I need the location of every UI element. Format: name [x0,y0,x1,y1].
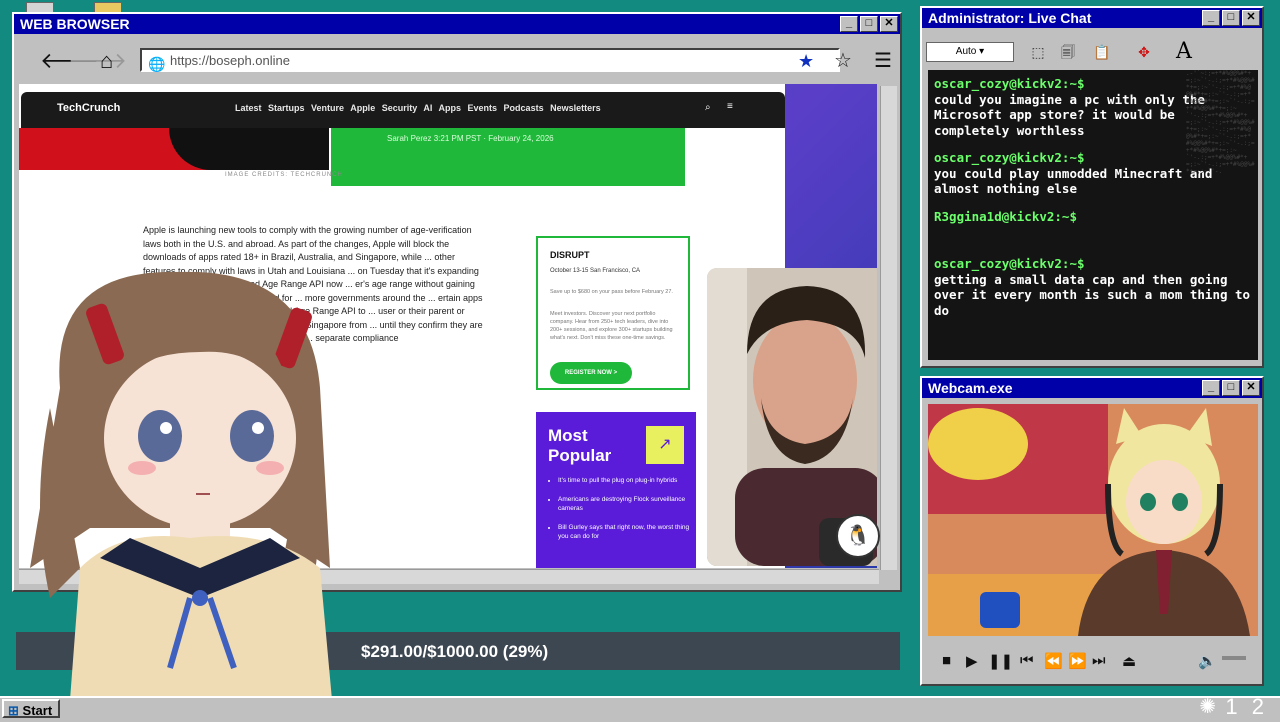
minimize-button[interactable]: _ [840,16,858,32]
clock: 1 2 [1225,694,1268,719]
register-button[interactable]: REGISTER NOW > [550,362,632,384]
menu-icon[interactable]: ☰ [874,50,892,72]
close-button[interactable]: ✕ [1242,380,1260,396]
start-label: Start [22,703,53,718]
size-select-value: Auto [955,46,977,57]
stop-icon[interactable]: ■ [942,652,951,669]
settings-tray-icon[interactable]: ✺ [1199,694,1216,719]
font-icon[interactable]: A [1170,38,1198,66]
promo-dates: October 13-15 San Francisco, CA [550,268,641,274]
image-credits: IMAGE CREDITS: TECHCRUNCH [225,172,343,178]
select-region-icon[interactable]: ⬚ [1024,38,1052,66]
most-popular-heading: Most Popular [548,426,612,465]
browser-toolbar: 🡐 🡒 ⌂ 🌐 https://boseph.online ★ ☆ ☰ [18,44,896,78]
volume-icon[interactable]: 🔈 [1198,652,1217,670]
site-menu-icon[interactable]: ≡ [727,101,733,112]
disrupt-promo: DISRUPT October 13-15 San Francisco, CA … [536,236,690,390]
hero-image-shape [169,128,329,170]
webcam-view [928,404,1258,636]
favorites-star-icon[interactable]: ☆ [834,50,852,72]
article-byline: Sarah Perez 3:21 PM PST · February 24, 2… [387,134,554,143]
popular-item[interactable]: It's time to pull the plug on plug-in hy… [558,476,694,485]
popular-item[interactable]: Bill Gurley says that right now, the wor… [558,523,694,541]
chat-log[interactable]: .-'`~:;=+*#%@@%#*+=;:~`'-.:;=+*#%@@%#*+=… [928,70,1258,360]
promo-offer: Save up to $680 on your pass before Febr… [550,289,673,295]
chat-window: Administrator: Live Chat _ □ ✕ Auto ▾ ⬚ … [920,6,1264,368]
promo-logo: DISRUPT [550,250,590,260]
maximize-button[interactable]: □ [1222,380,1240,396]
browser-title: WEB BROWSER [20,16,130,32]
eject-icon[interactable]: ⏏ [1122,652,1136,670]
maximize-button[interactable]: □ [1222,10,1240,26]
site-search-icon[interactable]: ⌕ [705,102,711,113]
anime-illustration [928,404,1258,636]
popular-item[interactable]: Americans are destroying Flock surveilla… [558,495,694,513]
taskbar: ⊞ Start ✺ 1 2 [0,694,1280,722]
webcam-title: Webcam.exe [928,380,1013,396]
windows-logo-icon: ⊞ [8,703,19,718]
bookmark-star-icon[interactable]: ★ [798,50,814,72]
ascii-art-background: .-'`~:;=+*#%@@%#*+=;:~`'-.:;=+*#%@@%#*+=… [1186,70,1255,175]
site-nav-links[interactable]: Latest Startups Venture Apple Security A… [235,103,601,113]
close-button[interactable]: ✕ [1242,10,1260,26]
start-button[interactable]: ⊞ Start [2,699,60,718]
vertical-scrollbar[interactable] [880,86,897,570]
anime-avatar [30,271,332,700]
chat-titlebar[interactable]: Administrator: Live Chat _ □ ✕ [922,8,1262,28]
play-icon[interactable]: ▶ [966,652,978,670]
chat-toolbar: Auto ▾ ⬚ 🗐 📋 ✥ A [924,32,1260,68]
close-button[interactable]: ✕ [880,16,898,32]
skip-forward-icon[interactable]: ⏭ [1092,652,1106,669]
paste-icon[interactable]: 📋 [1088,38,1116,66]
volume-slider[interactable] [1222,656,1246,660]
chat-title: Administrator: Live Chat [928,10,1092,26]
donation-goal-text: $291.00/$1000.00 (29%) [361,642,549,661]
copy-icon[interactable]: 🗐 [1054,38,1082,66]
address-bar[interactable]: 🌐 https://boseph.online ★ [140,48,840,72]
trending-icon: ↗ [646,426,684,464]
move-icon[interactable]: ✥ [1130,38,1158,66]
home-icon[interactable]: ⌂ [100,50,113,72]
hero-banner: Sarah Perez 3:21 PM PST · February 24, 2… [331,128,685,186]
size-select[interactable]: Auto ▾ [926,42,1014,62]
rewind-icon[interactable]: ⏪ [1044,652,1063,670]
site-logo[interactable]: TechCrunch [57,102,120,114]
globe-icon: 🌐 [148,56,166,72]
forward-arrow-icon[interactable]: 🡒 [68,50,127,72]
webcam-window: Webcam.exe _ □ ✕ ■ ▶ ❚❚ ⏮ ⏪ ⏩ ⏭ ⏏ 🔈 [920,376,1264,686]
pause-icon[interactable]: ❚❚ [988,652,1013,670]
browser-titlebar[interactable]: WEB BROWSER _ □ ✕ [14,14,900,34]
site-nav: TechCrunch Latest Startups Venture Apple… [21,92,785,128]
maximize-button[interactable]: □ [860,16,878,32]
penguin-icon: 🐧 [836,514,880,558]
minimize-button[interactable]: _ [1202,380,1220,396]
minimize-button[interactable]: _ [1202,10,1220,26]
webcam-titlebar[interactable]: Webcam.exe _ □ ✕ [922,378,1262,398]
fast-forward-icon[interactable]: ⏩ [1068,652,1087,670]
promo-blurb: Meet investors. Discover your next portf… [550,311,673,341]
most-popular-panel: Most Popular ↗ It's time to pull the plu… [536,412,696,568]
url-text: https://boseph.online [170,53,290,68]
skip-back-icon[interactable]: ⏮ [1020,652,1034,669]
media-controls: ■ ▶ ❚❚ ⏮ ⏪ ⏩ ⏭ ⏏ 🔈 [928,646,1258,676]
